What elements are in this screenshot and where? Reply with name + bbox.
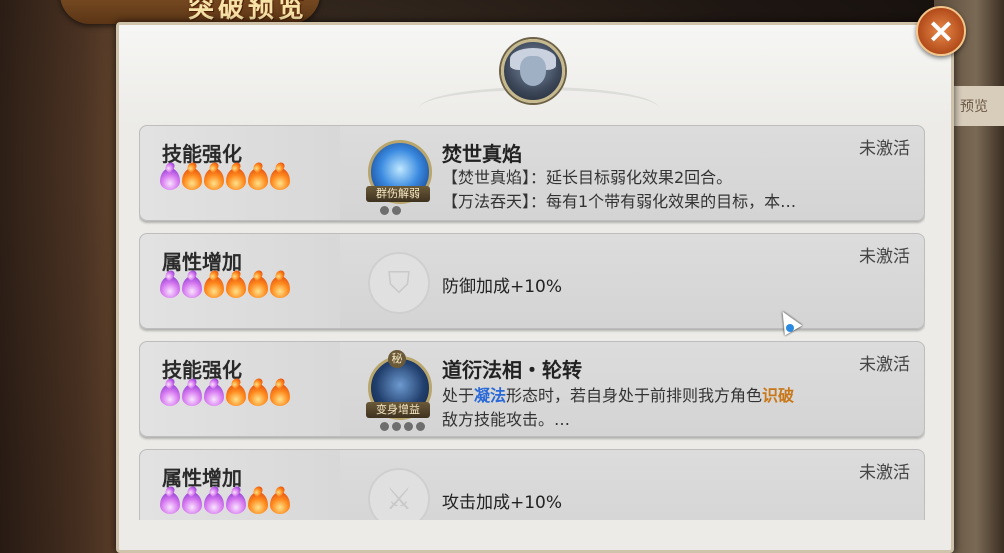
list-item[interactable]: 技能强化 群伤解弱 未激活 焚世真焰 【焚世真焰】：延长目标弱化效果2回合。 【… bbox=[139, 125, 925, 221]
flame-icon bbox=[182, 384, 202, 406]
breakthrough-preview-panel: 技能强化 群伤解弱 未激活 焚世真焰 【焚世真焰】：延长目标弱化效果2回合。 【… bbox=[116, 22, 954, 553]
status-badge: 未激活 bbox=[859, 355, 910, 375]
flame-icon bbox=[204, 168, 224, 190]
skill-name: 道衍法相・轮转 bbox=[442, 358, 582, 382]
flame-icon bbox=[160, 168, 180, 190]
flame-icon bbox=[248, 384, 268, 406]
level-dot bbox=[392, 206, 401, 215]
skill-desc-line: 处于凝法形态时，若自身处于前排则我方角色识破 bbox=[442, 382, 794, 406]
row-type-label: 技能强化 bbox=[162, 142, 242, 166]
list-item[interactable]: 属性增加 ⛉ 未激活 防御加成+10% bbox=[139, 233, 925, 329]
row-type-label: 属性增加 bbox=[162, 466, 242, 490]
flame-icon bbox=[248, 168, 268, 190]
flame-icon bbox=[270, 168, 290, 190]
flame-icon bbox=[204, 384, 224, 406]
status-badge: 未激活 bbox=[859, 139, 910, 159]
level-dot bbox=[404, 422, 413, 431]
flame-icon bbox=[270, 276, 290, 298]
attribute-bonus: 攻击加成+10% bbox=[442, 493, 563, 513]
skill-desc-line: 【万法吞天】：每有1个带有弱化效果的目标，本… bbox=[442, 192, 797, 211]
status-badge: 未激活 bbox=[859, 463, 910, 483]
skill-badge: 变身增益 bbox=[366, 402, 430, 418]
level-dot bbox=[380, 206, 389, 215]
status-badge: 未激活 bbox=[859, 247, 910, 267]
portrait-face bbox=[520, 56, 546, 86]
flame-icon bbox=[270, 492, 290, 514]
close-button[interactable]: × bbox=[916, 6, 966, 56]
flame-icon bbox=[182, 492, 202, 514]
keyword-link[interactable]: 识破 bbox=[762, 386, 794, 405]
level-dot bbox=[392, 422, 401, 431]
flame-icon bbox=[226, 276, 246, 298]
desc-text: 处于 bbox=[442, 386, 475, 405]
flame-rating bbox=[160, 276, 290, 298]
flame-icon bbox=[248, 276, 268, 298]
flame-icon bbox=[226, 168, 246, 190]
keyword-link[interactable]: 凝法 bbox=[474, 386, 506, 405]
flame-icon bbox=[270, 384, 290, 406]
cursor-indicator-icon bbox=[786, 324, 794, 332]
breakthrough-list[interactable]: 技能强化 群伤解弱 未激活 焚世真焰 【焚世真焰】：延长目标弱化效果2回合。 【… bbox=[139, 125, 925, 520]
flame-icon bbox=[226, 384, 246, 406]
skill-name: 焚世真焰 bbox=[442, 142, 522, 166]
skill-badge: 群伤解弱 bbox=[366, 186, 430, 202]
flame-icon bbox=[160, 492, 180, 514]
character-portrait bbox=[501, 39, 565, 103]
flame-icon bbox=[248, 492, 268, 514]
secret-badge: 秘 bbox=[388, 350, 406, 368]
flame-rating bbox=[160, 384, 290, 406]
flame-icon bbox=[160, 276, 180, 298]
background-left bbox=[0, 0, 130, 553]
flame-icon bbox=[204, 492, 224, 514]
skill-desc-line: 敌方技能攻击。… bbox=[442, 410, 571, 429]
level-dots bbox=[380, 206, 401, 215]
panel-header bbox=[119, 25, 951, 125]
level-dots bbox=[380, 422, 425, 431]
shield-icon: ⛉ bbox=[368, 252, 430, 314]
row-type-label: 技能强化 bbox=[162, 358, 242, 382]
flame-icon bbox=[204, 276, 224, 298]
row-type-label: 属性增加 bbox=[162, 250, 242, 274]
flame-icon bbox=[160, 384, 180, 406]
list-item[interactable]: 属性增加 ⚔ 未激活 攻击加成+10% bbox=[139, 449, 925, 520]
flame-icon bbox=[182, 276, 202, 298]
flame-icon bbox=[226, 492, 246, 514]
flame-rating bbox=[160, 168, 290, 190]
list-item[interactable]: 技能强化 秘 变身增益 未激活 道衍法相・轮转 处于凝法形态时，若自身处于前排则… bbox=[139, 341, 925, 437]
flame-icon bbox=[182, 168, 202, 190]
level-dot bbox=[416, 422, 425, 431]
desc-text: 形态时，若自身处于前排则我方角色 bbox=[506, 386, 763, 405]
flame-rating bbox=[160, 492, 290, 514]
sword-icon: ⚔ bbox=[368, 468, 430, 520]
skill-desc-line: 【焚世真焰】：延长目标弱化效果2回合。 bbox=[442, 168, 733, 187]
level-dot bbox=[380, 422, 389, 431]
attribute-bonus: 防御加成+10% bbox=[442, 277, 563, 297]
